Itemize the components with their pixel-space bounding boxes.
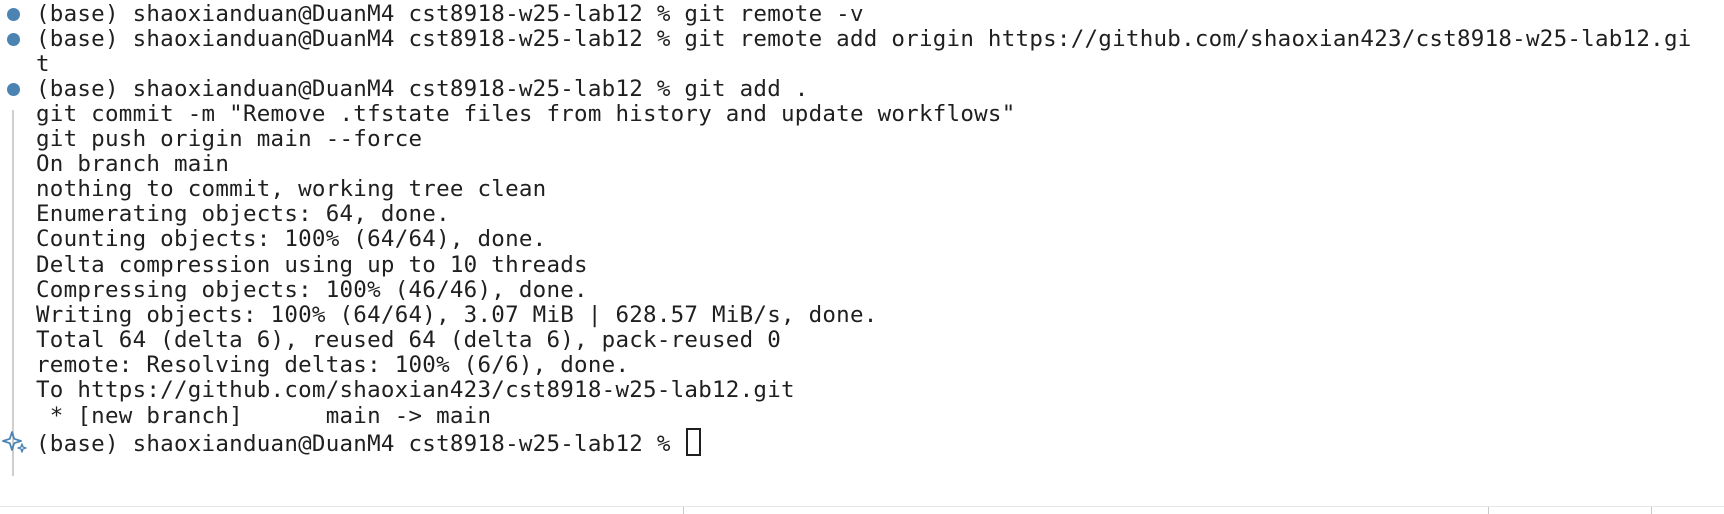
divider-tick	[683, 507, 684, 514]
divider-tick	[1651, 507, 1652, 514]
command-decoration-icon[interactable]	[0, 25, 36, 53]
terminal-line: (base) shaoxianduan@DuanM4 cst8918-w25-l…	[36, 1, 864, 27]
prompt-text: (base) shaoxianduan@DuanM4 cst8918-w25-l…	[36, 431, 685, 457]
terminal-cursor	[686, 428, 702, 456]
terminal-line: Delta compression using up to 10 threads	[36, 252, 588, 278]
terminal-line: t	[36, 51, 50, 77]
terminal-line: Counting objects: 100% (64/64), done.	[36, 226, 547, 252]
terminal-line: Writing objects: 100% (64/64), 3.07 MiB …	[36, 302, 878, 328]
terminal-line: Total 64 (delta 6), reused 64 (delta 6),…	[36, 327, 781, 353]
command-group-bar	[12, 110, 14, 476]
circle-dot-icon	[7, 33, 20, 46]
terminal-line: * [new branch] main -> main	[36, 403, 492, 429]
divider-tick	[1488, 507, 1489, 514]
terminal-line: Enumerating objects: 64, done.	[36, 201, 450, 227]
panel-bottom-border	[0, 506, 1724, 507]
prompt-decoration-icon[interactable]	[0, 428, 36, 456]
circle-dot-icon	[7, 83, 20, 96]
terminal-line: (base) shaoxianduan@DuanM4 cst8918-w25-l…	[36, 76, 809, 102]
terminal-line: (base) shaoxianduan@DuanM4 cst8918-w25-l…	[36, 26, 1692, 52]
terminal-line: git push origin main --force	[36, 126, 423, 152]
command-decoration-icon[interactable]	[0, 75, 36, 103]
command-decoration-icon[interactable]	[0, 0, 36, 28]
terminal-output[interactable]: (base) shaoxianduan@DuanM4 cst8918-w25-l…	[0, 0, 1724, 514]
terminal-line: To https://github.com/shaoxian423/cst891…	[36, 377, 795, 403]
sparkle-icon	[2, 431, 27, 453]
terminal-line: nothing to commit, working tree clean	[36, 176, 547, 202]
terminal-prompt-line[interactable]: (base) shaoxianduan@DuanM4 cst8918-w25-l…	[36, 428, 702, 457]
terminal-line: On branch main	[36, 151, 230, 177]
terminal-line: git commit -m "Remove .tfstate files fro…	[36, 101, 1016, 127]
circle-dot-icon	[7, 8, 20, 21]
terminal-line: remote: Resolving deltas: 100% (6/6), do…	[36, 352, 630, 378]
terminal-line: Compressing objects: 100% (46/46), done.	[36, 277, 588, 303]
